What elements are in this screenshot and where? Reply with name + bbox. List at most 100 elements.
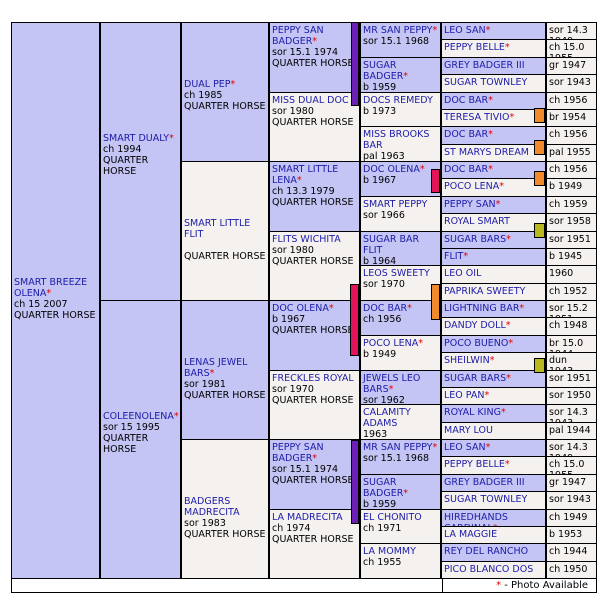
- photo-available-star-icon: *: [488, 164, 493, 175]
- horse-name-link[interactable]: SUGAR TOWNLEY: [444, 494, 527, 505]
- horse-name-link[interactable]: REY DEL RANCHO: [444, 546, 528, 557]
- horse-name-link[interactable]: DANDY DOLL: [444, 320, 506, 331]
- horse-name-link[interactable]: MISS BROOKS BAR: [363, 129, 429, 151]
- horse-info-text: sor 1950: [549, 390, 591, 401]
- horse-cell-gen6-27: SUGAR TOWNLEY: [441, 491, 546, 510]
- horse-name-link[interactable]: PAPRIKA SWEETY: [444, 286, 525, 297]
- horse-name-link[interactable]: PICO BLANCO DOS: [444, 564, 533, 575]
- horse-name-link[interactable]: BADGERS MADRECITA: [184, 496, 240, 518]
- photo-available-star-icon: *: [418, 338, 423, 349]
- horse-name-link[interactable]: DOC BAR: [444, 95, 488, 106]
- horse-name-link[interactable]: LENAS JEWEL BARS: [184, 357, 247, 379]
- horse-info-10: ch 1959: [546, 196, 597, 214]
- horse-name-link[interactable]: SMART LITTLE FLIT: [184, 218, 250, 240]
- horse-name-link[interactable]: SMART PEPPY: [363, 199, 427, 210]
- horse-info-text: br 15.0 1944: [549, 338, 584, 352]
- horse-name-link[interactable]: LEO SAN: [444, 25, 486, 36]
- horse-info-text: ch 1944: [549, 546, 588, 557]
- horse-name-link[interactable]: SUGAR BARS: [444, 234, 506, 245]
- horse-name-link[interactable]: ROYAL KING: [444, 407, 501, 418]
- horse-info-19: dun 1943: [546, 352, 597, 371]
- horse-name-link[interactable]: COLEENOLENA: [103, 411, 174, 422]
- horse-name-link[interactable]: MR SAN PEPPY: [363, 25, 432, 36]
- horse-name-link[interactable]: SUGAR BADGER: [363, 477, 403, 499]
- horse-name-link[interactable]: DUAL PEP: [184, 79, 231, 90]
- photo-available-star-icon: *: [403, 71, 409, 82]
- horse-name-link[interactable]: PEPPY BELLE: [444, 459, 505, 470]
- horse-info-text: sor 15.1 1974: [272, 464, 339, 475]
- horse-cell-gen3-3: BADGERS MADRECITA sor 1983 QUARTER HORSE: [181, 439, 269, 579]
- horse-name-link[interactable]: MR SAN PEPPY: [363, 442, 432, 453]
- horse-name-link[interactable]: ST MARYS DREAM: [444, 147, 529, 158]
- horse-name-link[interactable]: TERESA TIVIO: [444, 112, 510, 123]
- horse-name-link[interactable]: LEOS SWEETY: [363, 268, 430, 279]
- horse-cell-gen5-9: POCO LENA* b 1949: [360, 335, 441, 371]
- horse-name-link[interactable]: FRECKLES ROYAL: [272, 373, 354, 384]
- horse-info-22: sor 14.3 1943: [546, 404, 597, 423]
- horse-cell-gen6-16: LIGHTNING BAR*: [441, 300, 546, 318]
- horse-name-link[interactable]: LA MOMMY: [363, 546, 416, 557]
- horse-name-link[interactable]: SMART DUALY: [103, 133, 169, 144]
- horse-name-link[interactable]: DOC OLENA: [272, 303, 329, 314]
- horse-name-link[interactable]: FLITS WICHITA: [272, 234, 341, 245]
- horse-name-link[interactable]: GREY BADGER III: [444, 477, 525, 488]
- horse-name-link[interactable]: ROYAL SMART: [444, 216, 510, 227]
- horse-cell-gen6-29: LA MAGGIE: [441, 526, 546, 544]
- photo-available-star-icon: *: [495, 199, 501, 210]
- horse-name-link[interactable]: LA MADRECITA: [272, 512, 343, 523]
- horse-info-6: ch 1956: [546, 126, 597, 145]
- horse-info-text: ch 1948: [549, 320, 588, 331]
- horse-name-link[interactable]: SUGAR BADGER: [363, 60, 403, 82]
- horse-name-link[interactable]: FLIT: [444, 251, 463, 262]
- photo-available-star-icon: *: [419, 164, 425, 175]
- horse-info-text: b 1973: [363, 106, 397, 117]
- horse-info-text: sor 1958: [549, 216, 591, 227]
- horse-name-link[interactable]: EL CHONITO: [363, 512, 422, 523]
- horse-name-link[interactable]: POCO BUENO: [444, 338, 508, 349]
- horse-info-24: sor 14.3 1949: [546, 439, 597, 457]
- horse-cell-gen6-22: ROYAL KING*: [441, 404, 546, 423]
- horse-cell-gen4-5: FRECKLES ROYAL sor 1970 QUARTER HORSE: [269, 370, 360, 440]
- horse-name-link[interactable]: SMART LITTLE LENA: [272, 164, 338, 186]
- horse-name-link[interactable]: DOC BAR: [444, 129, 488, 140]
- horse-name-link[interactable]: DOC BAR: [444, 164, 488, 175]
- horse-name-link[interactable]: POCO LENA: [444, 181, 499, 192]
- horse-name-link[interactable]: POCO LENA: [363, 338, 418, 349]
- horse-cell-gen5-4: DOC OLENA* b 1967: [360, 161, 441, 197]
- horse-info-26: gr 1947: [546, 474, 597, 492]
- horse-cell-gen5-5: SMART PEPPY sor 1966: [360, 196, 441, 232]
- horse-cell-gen6-11: ROYAL SMART: [441, 213, 546, 232]
- horse-name-link[interactable]: DOCS REMEDY: [363, 95, 433, 106]
- horse-name-link[interactable]: HIREDHANDS CARDINAL: [444, 512, 508, 526]
- photo-available-star-icon: *: [209, 368, 215, 379]
- horse-name-link[interactable]: LEO OIL: [444, 268, 481, 279]
- horse-name-link[interactable]: DOC BAR: [363, 303, 407, 314]
- horse-name-link[interactable]: SUGAR TOWNLEY: [444, 77, 527, 88]
- horse-cell-gen6-25: PEPPY BELLE*: [441, 456, 546, 475]
- horse-cell-gen6-5: TERESA TIVIO*: [441, 109, 546, 127]
- horse-name-link[interactable]: LA MAGGIE: [444, 529, 497, 540]
- horse-info-text: ch 13.3 1979: [272, 186, 335, 197]
- horse-name-link[interactable]: PEPPY BELLE: [444, 42, 505, 53]
- horse-info-text: pal 1955: [549, 147, 591, 158]
- horse-name-link[interactable]: MARY LOU: [444, 425, 493, 436]
- horse-name-link[interactable]: SUGAR BAR FLIT: [363, 234, 419, 256]
- horse-name-link[interactable]: LIGHTNING BAR: [444, 303, 519, 314]
- horse-cell-gen5-7: LEOS SWEETY sor 1970: [360, 265, 441, 301]
- horse-name-link[interactable]: DOC OLENA: [363, 164, 420, 175]
- horse-name-link[interactable]: CALAMITY ADAMS: [363, 407, 411, 429]
- horse-info-text: b 1949: [363, 349, 397, 360]
- photo-available-star-icon: *: [488, 129, 493, 140]
- horse-breed-text: QUARTER HORSE: [103, 433, 149, 455]
- horse-info-text: dun 1943: [549, 355, 573, 370]
- horse-name-link[interactable]: SUGAR BARS: [444, 373, 506, 384]
- horse-info-23: pal 1944: [546, 422, 597, 440]
- horse-name-link[interactable]: PEPPY SAN: [444, 199, 496, 210]
- horse-cell-gen6-20: SUGAR BARS*: [441, 370, 546, 388]
- horse-name-link[interactable]: GREY BADGER III: [444, 60, 525, 71]
- horse-name-link[interactable]: LEO SAN: [444, 442, 486, 453]
- horse-name-link[interactable]: MISS DUAL DOC: [272, 95, 349, 106]
- horse-info-text: sor 1966: [363, 210, 405, 221]
- horse-name-link[interactable]: LEO PAN: [444, 390, 485, 401]
- horse-name-link[interactable]: SHEILWIN: [444, 355, 490, 366]
